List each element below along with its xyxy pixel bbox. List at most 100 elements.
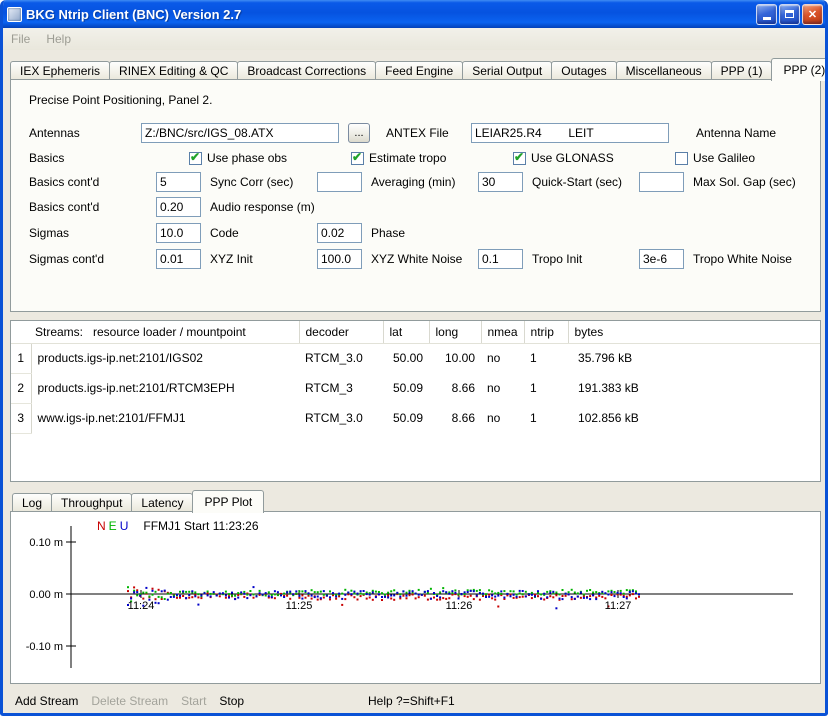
stream-row[interactable]: 3 www.igs-ip.net:2101/FFMJ1 RTCM_3.0 50.… — [11, 403, 820, 433]
stream-row-number: 2 — [11, 373, 31, 403]
antex-path-input[interactable] — [141, 123, 339, 143]
use-glonass-checkbox[interactable] — [513, 152, 526, 165]
tropo-init-input[interactable] — [478, 249, 523, 269]
x-label-1127: 11:27 — [605, 600, 632, 612]
xyz-init-input[interactable] — [156, 249, 201, 269]
app-icon — [7, 7, 22, 22]
streams-panel: Streams: resource loader / mountpoint de… — [10, 320, 821, 482]
bnc-window: BKG Ntrip Client (BNC) Version 2.7 ✕ Fil… — [0, 0, 828, 716]
use-galileo-checkbox[interactable] — [675, 152, 688, 165]
averaging-input[interactable] — [317, 172, 362, 192]
sync-corr-label: Sync Corr (sec) — [210, 175, 308, 189]
stream-long: 10.00 — [429, 343, 481, 373]
tab-throughput[interactable]: Throughput — [51, 493, 132, 512]
status-bar: Add Stream Delete Stream Start Stop Help… — [10, 690, 818, 712]
stream-decoder: RTCM_3.0 — [299, 403, 383, 433]
stream-nmea: no — [481, 343, 524, 373]
sigmas-row: Sigmas Code Phase — [29, 222, 812, 244]
sync-corr-input[interactable] — [156, 172, 201, 192]
streams-header-lat: lat — [383, 321, 429, 343]
sigma-code-label: Code — [210, 226, 308, 240]
help-shortcut-text: Help ?=Shift+F1 — [368, 694, 455, 708]
use-phase-obs-checkbox[interactable] — [189, 152, 202, 165]
y-label-neg010: -0.10 m — [26, 641, 63, 653]
quick-start-label: Quick-Start (sec) — [532, 175, 630, 189]
streams-table: Streams: resource loader / mountpoint de… — [11, 321, 820, 434]
plot-legend: N E U FFMJ1 Start 11:23:26 — [97, 519, 259, 533]
stream-lat: 50.09 — [383, 373, 429, 403]
basics-label: Basics — [29, 151, 148, 165]
max-sol-gap-input[interactable] — [639, 172, 684, 192]
stream-long: 8.66 — [429, 373, 481, 403]
stream-mountpoint: www.igs-ip.net:2101/FFMJ1 — [31, 403, 299, 433]
tab-log[interactable]: Log — [12, 493, 52, 512]
stream-row-number: 3 — [11, 403, 31, 433]
tab-latency[interactable]: Latency — [131, 493, 193, 512]
quick-start-input[interactable] — [478, 172, 523, 192]
antex-browse-button[interactable]: ... — [348, 123, 370, 143]
x-label-1125: 11:25 — [286, 600, 313, 612]
menu-file[interactable]: File — [3, 30, 38, 48]
sigmas-contd-label: Sigmas cont'd — [29, 252, 148, 266]
plot-start-text: FFMJ1 Start 11:23:26 — [143, 519, 258, 533]
tab-broadcast-corrections[interactable]: Broadcast Corrections — [237, 61, 376, 80]
ppp2-panel: Precise Point Positioning, Panel 2. Ante… — [10, 79, 821, 312]
estimate-tropo-label: Estimate tropo — [369, 151, 446, 165]
tab-ppp-2[interactable]: PPP (2) — [771, 58, 828, 81]
streams-header-bytes: bytes — [568, 321, 820, 343]
estimate-tropo-checkbox[interactable] — [351, 152, 364, 165]
antennas-row: Antennas ... ANTEX File Antenna Name — [29, 122, 812, 144]
stream-nmea: no — [481, 403, 524, 433]
close-button[interactable]: ✕ — [802, 4, 823, 25]
use-phase-obs-label: Use phase obs — [207, 151, 287, 165]
tab-ppp-plot[interactable]: PPP Plot — [192, 490, 264, 513]
averaging-label: Averaging (min) — [371, 175, 469, 189]
start-button[interactable]: Start — [181, 694, 206, 708]
stream-row-number: 1 — [11, 343, 31, 373]
stream-nmea: no — [481, 373, 524, 403]
tab-outages[interactable]: Outages — [551, 61, 616, 80]
antenna-name-input[interactable] — [471, 123, 669, 143]
sigmas-contd-row: Sigmas cont'd XYZ Init XYZ White Noise T… — [29, 248, 812, 270]
xyz-init-label: XYZ Init — [210, 252, 308, 266]
delete-stream-button[interactable]: Delete Stream — [91, 694, 168, 708]
sigmas-label: Sigmas — [29, 226, 148, 240]
stream-row[interactable]: 2 products.igs-ip.net:2101/RTCM3EPH RTCM… — [11, 373, 820, 403]
legend-east: E — [109, 519, 117, 533]
stream-ntrip: 1 — [524, 373, 568, 403]
basics-contd-label: Basics cont'd — [29, 175, 148, 189]
tab-feed-engine[interactable]: Feed Engine — [375, 61, 463, 80]
window-title: BKG Ntrip Client (BNC) Version 2.7 — [26, 7, 756, 22]
tab-miscellaneous[interactable]: Miscellaneous — [616, 61, 712, 80]
stop-button[interactable]: Stop — [219, 694, 244, 708]
sigma-phase-input[interactable] — [317, 223, 362, 243]
sigma-code-input[interactable] — [156, 223, 201, 243]
ppp-plot-pane: N E U FFMJ1 Start 11:23:26 0.10 m 0.00 m… — [10, 511, 821, 684]
audio-response-input[interactable] — [156, 197, 201, 217]
minimize-icon — [763, 17, 771, 20]
streams-header-ntrip: ntrip — [524, 321, 568, 343]
stream-decoder: RTCM_3 — [299, 373, 383, 403]
tab-serial-output[interactable]: Serial Output — [462, 61, 552, 80]
max-sol-gap-label: Max Sol. Gap (sec) — [693, 175, 812, 189]
add-stream-button[interactable]: Add Stream — [15, 694, 78, 708]
tab-ppp-1[interactable]: PPP (1) — [711, 61, 773, 80]
use-galileo-label: Use Galileo — [693, 151, 755, 165]
menu-help[interactable]: Help — [38, 30, 79, 48]
stream-row[interactable]: 1 products.igs-ip.net:2101/IGS02 RTCM_3.… — [11, 343, 820, 373]
sigma-phase-label: Phase — [371, 226, 812, 240]
title-bar: BKG Ntrip Client (BNC) Version 2.7 ✕ — [0, 0, 828, 28]
maximize-button[interactable] — [779, 4, 800, 25]
streams-header-mountpoint: Streams: resource loader / mountpoint — [11, 321, 299, 343]
use-glonass-label: Use GLONASS — [531, 151, 614, 165]
tropo-white-noise-input[interactable] — [639, 249, 684, 269]
tab-rinex-editing-qc[interactable]: RINEX Editing & QC — [109, 61, 238, 80]
main-tab-bar: IEX Ephemeris RINEX Editing & QC Broadca… — [10, 57, 818, 80]
stream-lat: 50.00 — [383, 343, 429, 373]
minimize-button[interactable] — [756, 4, 777, 25]
tab-rinex-ephemeris[interactable]: IEX Ephemeris — [10, 61, 110, 80]
antenna-name-label: Antenna Name — [696, 126, 812, 140]
stream-decoder: RTCM_3.0 — [299, 343, 383, 373]
y-label-010: 0.10 m — [29, 537, 63, 549]
xyz-white-noise-input[interactable] — [317, 249, 362, 269]
